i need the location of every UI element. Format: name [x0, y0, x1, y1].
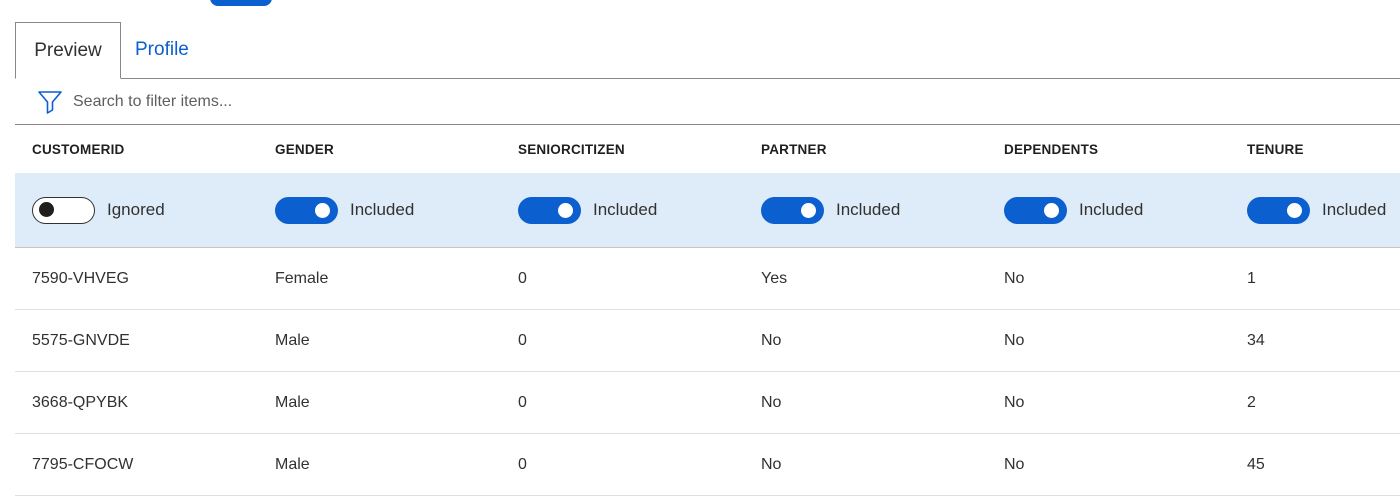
column-header-dependents[interactable]: DEPENDENTS: [1004, 125, 1098, 173]
cell-partner: Yes: [761, 269, 788, 287]
toggle-cell-dependents: Included: [1004, 173, 1143, 247]
toggle-cell-gender: Included: [275, 173, 414, 247]
toggle-cell-tenure: Included: [1247, 173, 1386, 247]
column-header-tenure[interactable]: TENURE: [1247, 125, 1304, 173]
toggle-label: Included: [1322, 200, 1387, 219]
cell-tenure: 34: [1247, 331, 1265, 349]
tab-divider: [15, 78, 1400, 79]
search-input[interactable]: [71, 92, 675, 112]
toggle-cell-seniorcitizen: Included: [518, 173, 657, 247]
cell-dependents: No: [1004, 269, 1025, 287]
cell-seniorcitizen: 0: [518, 455, 527, 473]
tab-preview[interactable]: Preview: [15, 22, 121, 79]
include-toggle-customerid[interactable]: [32, 196, 95, 224]
include-toggle-partner[interactable]: [761, 196, 824, 224]
cell-tenure: 2: [1247, 393, 1256, 411]
cell-customerid: 7590-VHVEG: [32, 269, 129, 287]
tab-bar: Preview Profile: [15, 22, 1400, 79]
toggle-cell-partner: Included: [761, 173, 900, 247]
toggle-knob: [315, 202, 330, 218]
top-button-partial[interactable]: [210, 0, 272, 6]
data-grid: CUSTOMERID GENDER SENIORCITIZEN PARTNER …: [15, 125, 1400, 496]
cell-partner: No: [761, 455, 782, 473]
column-header-gender[interactable]: GENDER: [275, 125, 334, 173]
toggle-label: Included: [593, 200, 658, 219]
search-bar: [15, 80, 1400, 125]
toggle-knob: [39, 202, 54, 217]
cell-tenure: 1: [1247, 269, 1256, 287]
table-row[interactable]: 5575-GNVDE Male 0 No No 34: [15, 310, 1400, 372]
include-toggle-dependents[interactable]: [1004, 196, 1067, 224]
include-toggle-gender[interactable]: [275, 196, 338, 224]
cell-gender: Female: [275, 269, 329, 287]
cell-dependents: No: [1004, 393, 1025, 411]
include-toggle-tenure[interactable]: [1247, 196, 1310, 224]
cell-dependents: No: [1004, 455, 1025, 473]
toggle-label: Included: [836, 200, 901, 219]
column-toggle-row: Ignored Included Included Included Inclu…: [15, 173, 1400, 248]
cell-gender: Male: [275, 331, 310, 349]
include-toggle-seniorcitizen[interactable]: [518, 196, 581, 224]
cell-tenure: 45: [1247, 455, 1265, 473]
cell-seniorcitizen: 0: [518, 331, 527, 349]
tab-profile[interactable]: Profile: [135, 22, 189, 78]
cell-partner: No: [761, 393, 782, 411]
cell-gender: Male: [275, 455, 310, 473]
toggle-knob: [1044, 202, 1059, 218]
cell-partner: No: [761, 331, 782, 349]
toggle-label: Ignored: [107, 200, 165, 219]
cell-seniorcitizen: 0: [518, 393, 527, 411]
toggle-cell-customerid: Ignored: [32, 173, 165, 247]
table-row[interactable]: 3668-QPYBK Male 0 No No 2: [15, 372, 1400, 434]
cell-customerid: 5575-GNVDE: [32, 331, 130, 349]
table-row[interactable]: 7590-VHVEG Female 0 Yes No 1: [15, 248, 1400, 310]
cell-seniorcitizen: 0: [518, 269, 527, 287]
toggle-knob: [558, 202, 573, 218]
cell-dependents: No: [1004, 331, 1025, 349]
column-header-row: CUSTOMERID GENDER SENIORCITIZEN PARTNER …: [15, 125, 1400, 173]
cell-customerid: 7795-CFOCW: [32, 455, 134, 473]
column-header-partner[interactable]: PARTNER: [761, 125, 827, 173]
table-row[interactable]: 7795-CFOCW Male 0 No No 45: [15, 434, 1400, 496]
filter-icon[interactable]: [37, 89, 63, 115]
toggle-knob: [1287, 202, 1302, 218]
cell-gender: Male: [275, 393, 310, 411]
toggle-knob: [801, 202, 816, 218]
cell-customerid: 3668-QPYBK: [32, 393, 129, 411]
toggle-label: Included: [1079, 200, 1144, 219]
toggle-label: Included: [350, 200, 415, 219]
column-header-seniorcitizen[interactable]: SENIORCITIZEN: [518, 125, 625, 173]
column-header-customerid[interactable]: CUSTOMERID: [32, 125, 125, 173]
